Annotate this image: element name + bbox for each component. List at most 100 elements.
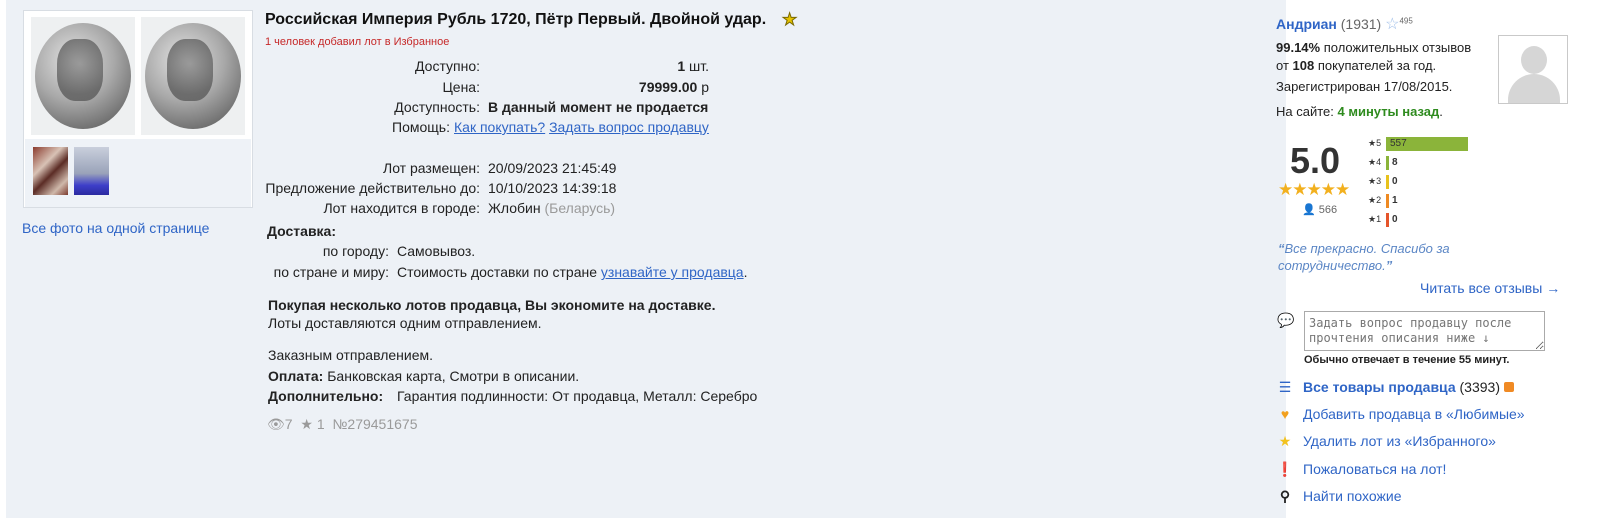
positive-text: положительных отзывов [1323,40,1472,55]
rating-bar-label: ★4 [1368,157,1382,167]
alert-icon: ❗ [1276,461,1294,477]
remove-favorite-link[interactable]: Удалить лот из «Избранного» [1303,433,1496,449]
rating-bar-count: 0 [1392,214,1398,225]
all-items-count: (3393) [1459,379,1500,395]
seller-star-icon: ☆ [1385,16,1400,33]
comment-icon: 💬 [1277,312,1295,328]
availability-value: В данный момент не продается [488,99,709,115]
rating-score: 5.0 [1290,140,1341,181]
available-label: Доступно: [415,58,480,74]
seller-header: Андриан (1931) ☆495 [1276,14,1413,34]
seller-sidebar: Андриан (1931) ☆495 99.14% положительных… [1276,0,1600,518]
bundle-title: Покупая несколько лотов продавца, Вы эко… [268,297,716,313]
bundle-text: Лоты доставляются одним отправлением. [268,315,542,331]
availability-label-row: Доступность: [6,99,480,119]
seller-avatar[interactable] [1498,35,1568,104]
valid-value: 10/10/2023 14:39:18 [488,180,617,196]
read-all-reviews-link[interactable]: Читать все отзывы → [1420,280,1560,296]
rating-bar-label: ★1 [1368,214,1382,224]
rating-bar-count: 557 [1390,138,1407,149]
rating-bar-fill [1386,194,1389,208]
ask-seller-delivery-link[interactable]: узнавайте у продавца [601,264,744,280]
star-icon: ★ [300,416,313,432]
delivery-world-end: . [743,264,748,280]
seller-question-input[interactable] [1304,311,1545,351]
delivery-city-value: Самовывоз. [397,243,476,259]
posted-label: Лот размещен: [383,160,480,176]
rating-bar-fill [1386,175,1389,189]
price-label-row: Цена: [6,79,480,99]
extra-value: Гарантия подлинности: От продавца, Метал… [397,388,758,404]
user-icon: 👤 [1302,204,1316,216]
reviewers-count: 566 [1318,204,1338,216]
city-label: Лот находится в городе: [323,200,480,216]
lot-meta: 👁7 ★ 1 №279451675 [267,416,417,433]
positive-reviews: 99.14% положительных отзывов от 108 поку… [1276,39,1471,75]
valid-label-row: Предложение действительно до: [6,180,480,200]
report-link[interactable]: Пожаловаться на лот! [1303,461,1446,477]
registered-mail: Заказным отправлением. [268,347,433,363]
rating-bar-fill [1386,213,1389,227]
from-text: от [1276,58,1289,73]
rating-bar-count: 8 [1392,157,1398,168]
payment-value: Банковская карта, Смотри в описании. [327,368,580,384]
seller-count: (1931) [1340,16,1382,32]
favorite-star-icon[interactable]: ★ [781,10,797,30]
available-unit: шт. [689,58,709,74]
avatar-body [1508,74,1560,103]
help-label: Помощь: [392,119,450,135]
available-label-row: Доступно: [6,58,480,78]
city-value: Жлобин (Беларусь) [488,200,615,216]
price-label: Цена: [442,79,480,95]
seller-star-badge: 495 [1399,16,1413,26]
review-quote-text: Все прекрасно. Спасибо за сотрудничество… [1278,241,1450,273]
price-amount: 79999.00 [638,79,698,95]
how-to-buy-link[interactable]: Как покупать? [454,119,545,135]
avatar-head [1521,46,1547,74]
payment-row: Оплата: Банковская карта, Смотри в описа… [268,368,579,384]
lot-number: №279451675 [332,416,418,432]
all-items-text: Все товары продавца (3393) [1303,379,1514,395]
buyers-text: покупателей за год. [1317,58,1437,73]
search-icon: ⚲ [1279,488,1291,504]
reviewers: 👤 566 [1302,203,1337,216]
review-quote: “Все прекрасно. Спасибо за сотрудничеств… [1278,241,1450,273]
delivery-city-label: по городу: [322,243,389,259]
find-similar-link[interactable]: Найти похожие [1303,488,1402,504]
rss-icon[interactable] [1503,382,1514,392]
online-label: На сайте: [1276,104,1334,119]
online-value: 4 минуты назад [1337,104,1440,119]
online-end: . [1439,104,1443,119]
rating-bar-label: ★3 [1368,176,1382,186]
buyers-count: 108 [1292,58,1315,73]
delivery-world-text: Стоимость доставки по стране [397,264,598,280]
add-favorite-link[interactable]: Добавить продавца в «Любимые» [1303,406,1525,422]
help-links: Как покупать? Задать вопрос продавцу [454,119,709,135]
delivery-world-label: по стране и миру: [273,264,389,280]
favorites-note: 1 человек добавил лот в Избранное [265,36,450,48]
list-icon: ☰ [1278,379,1292,395]
eye-icon: 👁 [267,416,285,432]
delivery-world-value: Стоимость доставки по стране узнавайте у… [397,264,747,280]
reply-time: Обычно отвечает в течение 55 минут. [1304,354,1510,366]
rating-bar-count: 0 [1392,176,1398,187]
delivery-heading: Доставка: [267,223,337,239]
rating-bar-label: ★5 [1368,138,1382,148]
delivery-world-label-row: по стране и миру: [6,264,389,284]
available-count: 1 [677,58,686,74]
rating-bar-fill [1386,156,1389,170]
available-value: 1 шт. [488,58,709,74]
all-photos-link[interactable]: Все фото на одной странице [22,220,209,236]
registered-date: Зарегистрирован 17/08/2015. [1276,79,1453,94]
all-items-link[interactable]: Все товары продавца [1303,379,1456,395]
seller-name-link[interactable]: Андриан [1276,16,1337,32]
lot-main-panel: Все фото на одной странице Российская Им… [6,0,1286,518]
city-name: Жлобин [488,200,541,216]
ask-seller-link[interactable]: Задать вопрос продавцу [549,119,709,135]
stars-count: 1 [316,416,325,432]
city-label-row: Лот находится в городе: [6,200,480,220]
rating-bar-label: ★2 [1368,195,1382,205]
valid-label: Предложение действительно до: [265,180,480,196]
views-count: 7 [284,416,293,432]
posted-label-row: Лот размещен: [6,160,480,180]
